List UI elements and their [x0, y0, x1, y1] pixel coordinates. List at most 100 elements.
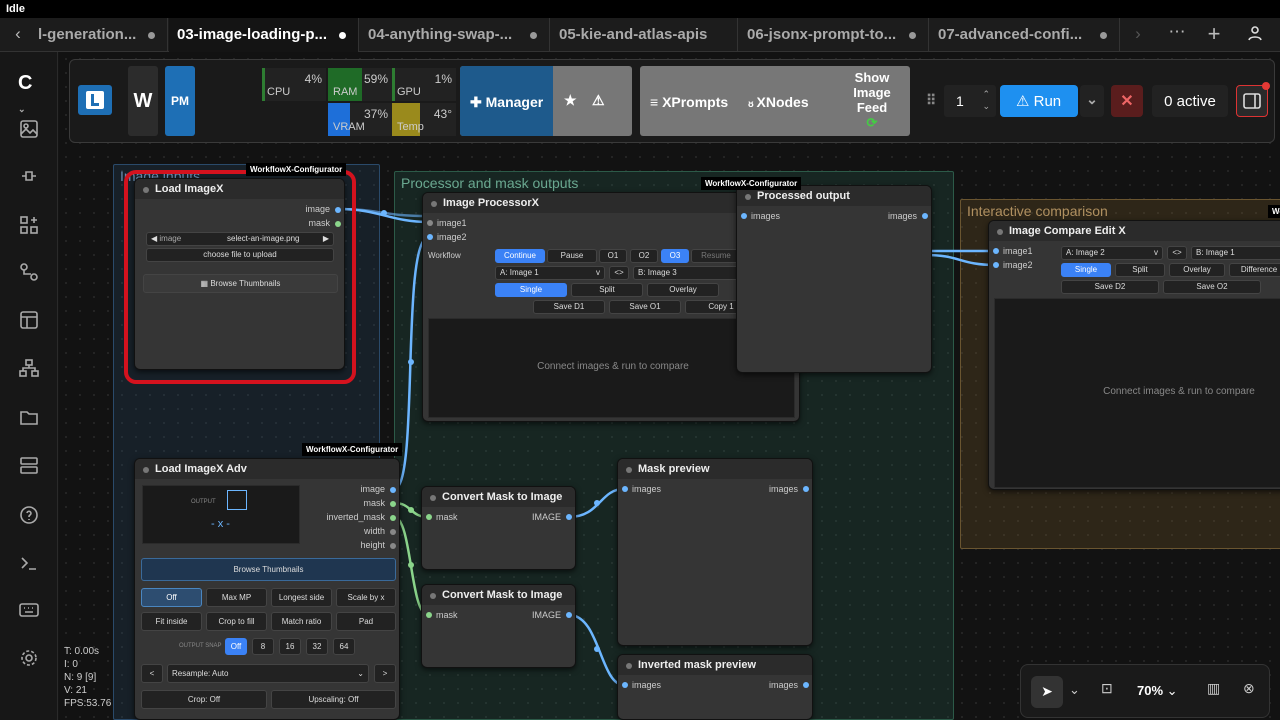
- o2-button[interactable]: O2: [630, 249, 658, 263]
- snap-32[interactable]: 32: [306, 638, 328, 655]
- templates-icon[interactable]: [18, 454, 40, 476]
- pause-button[interactable]: Pause: [547, 249, 597, 263]
- tab-6[interactable]: 07-advanced-confi...: [930, 18, 1120, 52]
- input-slot[interactable]: [427, 220, 433, 226]
- terminal-icon[interactable]: [18, 552, 40, 574]
- minimap-icon[interactable]: ▥: [1207, 680, 1220, 697]
- tab-1[interactable]: l-generation...: [30, 18, 168, 52]
- save-o2-button[interactable]: Save O2: [1163, 280, 1261, 294]
- save-d2-button[interactable]: Save D2: [1061, 280, 1159, 294]
- input-slot[interactable]: [622, 486, 628, 492]
- fit-inside[interactable]: Fit inside: [141, 612, 202, 631]
- hazard-icon[interactable]: ⚠: [592, 92, 605, 109]
- xnodes-button[interactable]: ᴕ XNodes: [748, 94, 809, 110]
- input-slot[interactable]: [426, 514, 432, 520]
- pointer-tool-button[interactable]: ➤: [1031, 676, 1063, 708]
- input-slot[interactable]: [993, 248, 999, 254]
- input-slot[interactable]: [993, 262, 999, 268]
- plug-icon[interactable]: [18, 165, 40, 187]
- xprompts-button[interactable]: ≡ XPrompts: [650, 94, 728, 110]
- queue-count-input[interactable]: 1 ⌃ ⌄: [944, 85, 996, 117]
- output-slot[interactable]: [390, 543, 396, 549]
- browse-thumbnails-button[interactable]: Browse Thumbnails: [141, 558, 396, 581]
- mode-difference[interactable]: Difference: [1229, 263, 1280, 277]
- input-slot[interactable]: [426, 612, 432, 618]
- output-slot[interactable]: [390, 487, 396, 493]
- chevron-left-icon[interactable]: ‹: [8, 24, 28, 44]
- input-slot[interactable]: [622, 682, 628, 688]
- continue-button[interactable]: Continue: [495, 249, 545, 263]
- image-a-select[interactable]: A: Image 2v: [1061, 246, 1163, 260]
- tab-3[interactable]: 04-anything-swap-...: [360, 18, 550, 52]
- hide-links-icon[interactable]: ⊗: [1243, 680, 1255, 697]
- node-mask-preview[interactable]: Mask preview images images: [617, 458, 813, 646]
- fit-view-icon[interactable]: ⊡: [1101, 680, 1113, 697]
- node-inverted-mask-preview[interactable]: Inverted mask preview images images: [617, 654, 813, 720]
- save-o1-button[interactable]: Save O1: [609, 300, 681, 314]
- layout-icon[interactable]: [18, 309, 40, 331]
- active-queue-button[interactable]: 0 active: [1152, 85, 1228, 117]
- resume-button[interactable]: Resume: [691, 249, 741, 263]
- chevron-right-icon[interactable]: ›: [1128, 24, 1148, 44]
- output-slot[interactable]: [803, 486, 809, 492]
- match-ratio[interactable]: Match ratio: [271, 612, 332, 631]
- input-slot[interactable]: [741, 213, 747, 219]
- mode-overlay[interactable]: Overlay: [647, 283, 719, 297]
- crop-to-fill[interactable]: Crop to fill: [206, 612, 267, 631]
- image-icon[interactable]: [18, 118, 40, 140]
- run-options-chevron-icon[interactable]: ⌄: [1080, 85, 1104, 117]
- panel-toggle-icon[interactable]: [1236, 85, 1268, 117]
- node-image-compare-edit-x[interactable]: Image Compare Edit X image1 image2 A: Im…: [988, 220, 1280, 490]
- node-convert-mask-to-image-2[interactable]: Convert Mask to Image mask IMAGE: [421, 584, 576, 668]
- logo-icon[interactable]: C ⌄: [18, 72, 40, 114]
- more-dots-icon[interactable]: ⋯: [1166, 22, 1188, 42]
- snap-16[interactable]: 16: [279, 638, 301, 655]
- resample-next[interactable]: >: [374, 664, 396, 683]
- mode-single[interactable]: Single: [1061, 263, 1111, 277]
- folder-icon[interactable]: [18, 406, 40, 428]
- pm-button[interactable]: PM: [165, 66, 195, 136]
- tab-4[interactable]: 05-kie-and-atlas-apis: [551, 18, 738, 52]
- save-d1-button[interactable]: Save D1: [533, 300, 605, 314]
- image-b-select[interactable]: B: Image 3: [633, 266, 743, 280]
- output-slot[interactable]: [390, 529, 396, 535]
- mode-overlay[interactable]: Overlay: [1169, 263, 1225, 277]
- help-icon[interactable]: [18, 504, 40, 526]
- image-b-select[interactable]: B: Image 1: [1191, 246, 1280, 260]
- output-slot[interactable]: [803, 682, 809, 688]
- nodes-icon[interactable]: [18, 214, 40, 236]
- plus-icon[interactable]: +: [1202, 21, 1226, 47]
- image-a-select[interactable]: A: Image 1v: [495, 266, 605, 280]
- mode-split[interactable]: Split: [571, 283, 643, 297]
- crop-toggle[interactable]: Crop: Off: [141, 690, 267, 709]
- node-convert-mask-to-image-1[interactable]: Convert Mask to Image mask IMAGE: [421, 486, 576, 570]
- input-slot[interactable]: [427, 234, 433, 240]
- tab-5[interactable]: 06-jsonx-prompt-to...: [739, 18, 929, 52]
- resize-longest-side[interactable]: Longest side: [271, 588, 332, 607]
- user-icon[interactable]: [1244, 24, 1266, 47]
- snap-64[interactable]: 64: [333, 638, 355, 655]
- swap-button[interactable]: <>: [1167, 246, 1187, 260]
- resample-select[interactable]: Resample: Auto ⌄: [167, 664, 369, 683]
- snap-8[interactable]: 8: [252, 638, 274, 655]
- node-processed-output[interactable]: Processed output images images: [736, 185, 932, 373]
- drag-handle-icon[interactable]: ⠿: [926, 92, 936, 109]
- manager-button[interactable]: ✚ Manager: [460, 66, 553, 136]
- output-slot[interactable]: [390, 501, 396, 507]
- stepper-icon[interactable]: ⌃ ⌄: [982, 88, 990, 112]
- tab-2[interactable]: 03-image-loading-p...: [169, 18, 359, 52]
- zoom-control[interactable]: 70% ⌄: [1137, 683, 1178, 699]
- logo-l-button[interactable]: [78, 85, 112, 115]
- snap-off[interactable]: Off: [225, 638, 247, 655]
- workflow-icon[interactable]: [18, 261, 40, 283]
- output-slot[interactable]: [566, 612, 572, 618]
- mode-single[interactable]: Single: [495, 283, 567, 297]
- output-slot[interactable]: [566, 514, 572, 520]
- chevron-down-icon[interactable]: ⌄: [1069, 682, 1080, 698]
- upscaling-toggle[interactable]: Upscaling: Off: [271, 690, 396, 709]
- pad[interactable]: Pad: [336, 612, 396, 631]
- output-slot[interactable]: [922, 213, 928, 219]
- hierarchy-icon[interactable]: [18, 357, 40, 379]
- keyboard-icon[interactable]: [18, 599, 40, 621]
- run-button[interactable]: ⚠ Run: [1000, 85, 1078, 117]
